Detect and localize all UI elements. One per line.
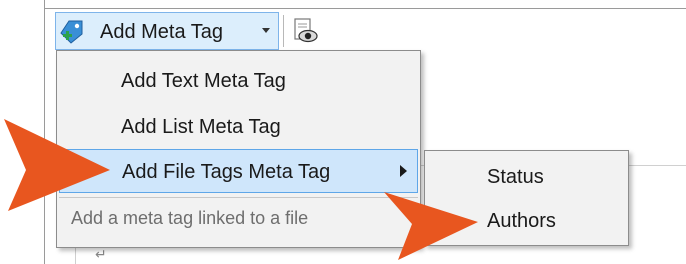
submenu-item-label: Status <box>487 166 544 188</box>
tag-add-icon <box>60 20 83 44</box>
chevron-down-icon <box>262 28 270 33</box>
menu-separator <box>59 197 418 198</box>
toolbar: Add Meta Tag <box>45 9 686 51</box>
paragraph-return-icon: ↵ <box>95 246 107 262</box>
add-meta-tag-label: Add Meta Tag <box>100 21 224 43</box>
menu-item-add-file-tags-meta-tag[interactable]: Add File Tags Meta Tag <box>59 149 418 193</box>
menu-item-label: Add Text Meta Tag <box>121 70 286 92</box>
menu-item-add-list-meta-tag[interactable]: Add List Meta Tag <box>59 105 418 149</box>
menu-item-label: Add List Meta Tag <box>121 116 281 138</box>
callout-arrow-icon <box>4 119 110 211</box>
callout-arrow-icon <box>384 192 478 260</box>
menu-item-add-text-meta-tag[interactable]: Add Text Meta Tag <box>59 59 418 103</box>
add-meta-tag-button[interactable]: Add Meta Tag <box>55 12 279 50</box>
chevron-right-icon <box>400 165 407 177</box>
submenu-item-label: Authors <box>487 210 556 232</box>
menu-item-label: Add File Tags Meta Tag <box>122 161 331 183</box>
preview-icon[interactable] <box>291 17 319 45</box>
toolbar-separator <box>283 15 284 47</box>
